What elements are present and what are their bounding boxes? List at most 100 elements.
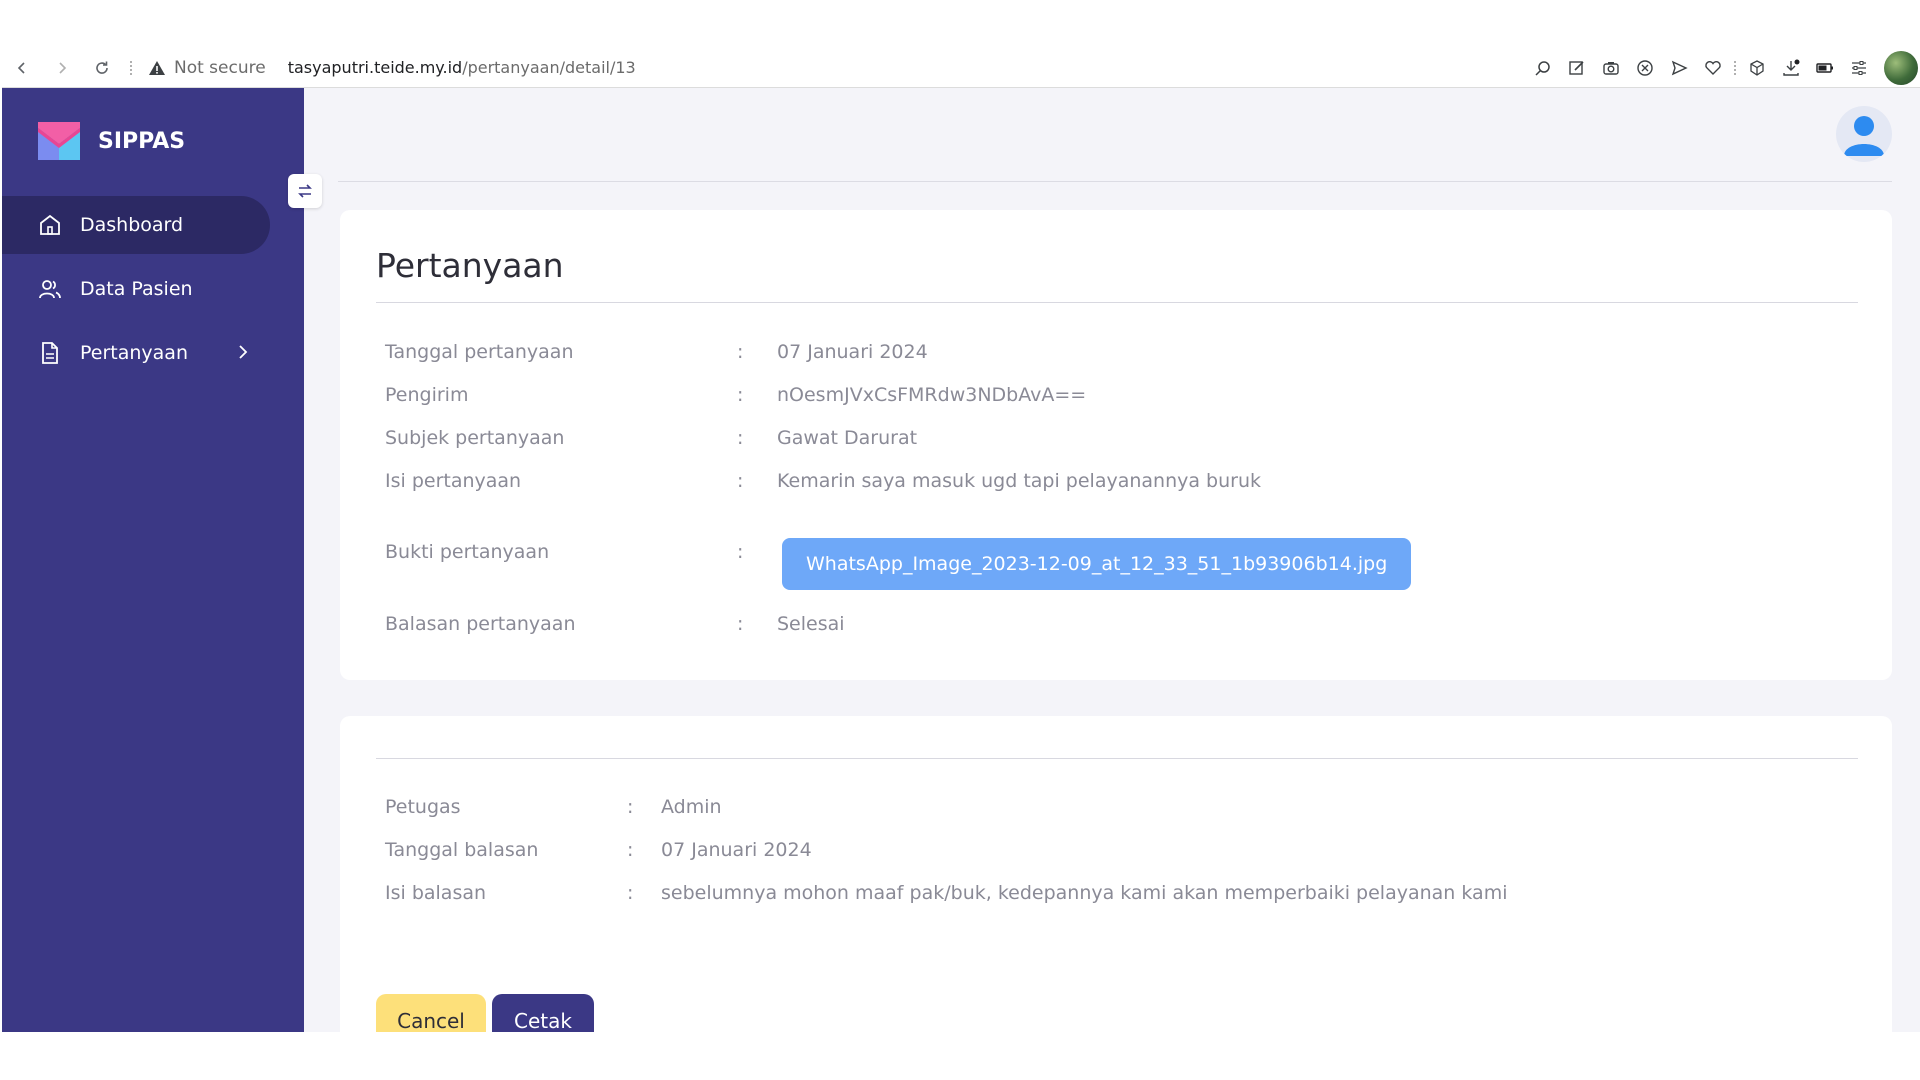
page-title: Pertanyaan (376, 246, 564, 285)
downloads-button[interactable] (1774, 48, 1808, 88)
field-separator: : (627, 796, 634, 818)
sidebar-item-pertanyaan[interactable]: Pertanyaan (2, 324, 270, 382)
brand[interactable]: SIPPAS (38, 122, 185, 160)
sidebar-item-data-pasien[interactable]: Data Pasien (2, 260, 270, 318)
battery-button[interactable] (1808, 48, 1842, 88)
reply-detail-card: Petugas : Admin Tanggal balasan : 07 Jan… (340, 716, 1892, 1032)
extension-icons (1526, 48, 1920, 88)
sliders-icon (1852, 61, 1866, 75)
home-icon (40, 214, 60, 235)
sidebar-item-label: Data Pasien (80, 278, 193, 300)
sidebar-toggle-button[interactable] (288, 174, 322, 208)
attachment-file-button[interactable]: WhatsApp_Image_2023-12-09_at_12_33_51_1b… (782, 538, 1412, 590)
print-button[interactable]: Cetak (492, 994, 594, 1032)
browser-profile-avatar[interactable] (1884, 51, 1918, 85)
edit-icon (1569, 61, 1584, 75)
close-circle-icon (1637, 60, 1653, 76)
back-arrow-icon (17, 61, 25, 74)
search-icon (1535, 61, 1550, 76)
camera-icon (1603, 62, 1619, 75)
field-row-bukti: Bukti pertanyaan : (385, 538, 777, 566)
send-button[interactable] (1662, 48, 1696, 88)
favorite-button[interactable] (1696, 48, 1730, 88)
battery-icon (1816, 63, 1833, 73)
field-separator: : (737, 427, 744, 449)
reply-divider (376, 758, 1858, 759)
field-label: Balasan pertanyaan (385, 613, 576, 635)
field-row-isi-pertanyaan: Isi pertanyaan : Kemarin saya masuk ugd … (385, 467, 1261, 495)
top-header (338, 88, 1892, 182)
user-icon (1844, 116, 1884, 156)
field-row-balasan-status: Balasan pertanyaan : Selesai (385, 610, 845, 638)
field-row-tanggal-pertanyaan: Tanggal pertanyaan : 07 Januari 2024 (385, 338, 928, 366)
cancel-button[interactable]: Cancel (376, 994, 486, 1032)
security-indicator[interactable]: Not secure (148, 58, 266, 78)
toolbar-separator (130, 60, 132, 75)
field-row-petugas: Petugas : Admin (385, 793, 722, 821)
field-separator: : (737, 470, 744, 492)
field-value: nOesmJVxCsFMRdw3NDbAvA== (777, 384, 1087, 406)
send-icon (1671, 60, 1688, 76)
brand-name: SIPPAS (98, 128, 186, 154)
field-row-isi-balasan: Isi balasan : sebelumnya mohon maaf pak/… (385, 879, 1507, 907)
security-label: Not secure (174, 57, 266, 78)
sidebar-item-label: Dashboard (80, 214, 184, 236)
url-path: /pertanyaan/detail/13 (462, 58, 636, 77)
users-icon (39, 280, 61, 299)
search-page-button[interactable] (1526, 48, 1560, 88)
field-value: 07 Januari 2024 (777, 341, 928, 363)
sidebar-item-label: Pertanyaan (80, 342, 188, 364)
toolbar-separator (1734, 61, 1736, 75)
envelope-logo-icon (38, 122, 80, 160)
field-value: Gawat Darurat (777, 427, 918, 449)
question-detail-card: Pertanyaan Tanggal pertanyaan : 07 Janua… (340, 210, 1892, 680)
forward-arrow-icon (59, 61, 67, 74)
cube-icon (1750, 60, 1764, 76)
chevron-right-icon (239, 345, 248, 359)
block-button[interactable] (1628, 48, 1662, 88)
field-separator: : (737, 341, 744, 363)
forward-button[interactable] (42, 48, 82, 88)
swap-icon (298, 184, 312, 198)
field-value: Kemarin saya masuk ugd tapi pelayanannya… (777, 470, 1262, 492)
field-row-subjek: Subjek pertanyaan : Gawat Darurat (385, 424, 917, 452)
warning-icon (149, 60, 165, 75)
reload-button[interactable] (82, 48, 122, 88)
file-icon (42, 342, 58, 364)
sidebar: SIPPAS Dashboard Data Pasien Pertanyaan (2, 88, 304, 1032)
field-value: sebelumnya mohon maaf pak/buk, kedepanny… (661, 882, 1508, 904)
status-badge: Selesai (777, 613, 845, 635)
address-bar[interactable]: tasyaputri.teide.my.id/pertanyaan/detail… (288, 58, 636, 77)
field-label: Bukti pertanyaan (385, 541, 550, 563)
field-label: Pengirim (385, 384, 469, 406)
settings-button[interactable] (1842, 48, 1876, 88)
field-value: Admin (661, 796, 722, 818)
edit-button[interactable] (1560, 48, 1594, 88)
field-row-tanggal-balasan: Tanggal balasan : 07 Januari 2024 (385, 836, 812, 864)
field-value: 07 Januari 2024 (661, 839, 812, 861)
sidebar-menu: Dashboard Data Pasien Pertanyaan (2, 196, 304, 388)
field-separator: : (737, 613, 744, 635)
extensions-button[interactable] (1740, 48, 1774, 88)
browser-window: Not secure tasyaputri.teide.my.id/pertan… (2, 48, 1920, 1032)
heart-icon (1705, 61, 1721, 75)
field-label: Isi balasan (385, 882, 487, 904)
screenshot-button[interactable] (1594, 48, 1628, 88)
field-label: Subjek pertanyaan (385, 427, 565, 449)
field-label: Isi pertanyaan (385, 470, 522, 492)
field-row-pengirim: Pengirim : nOesmJVxCsFMRdw3NDbAvA== (385, 381, 1086, 409)
field-label: Petugas (385, 796, 461, 818)
field-separator: : (627, 882, 634, 904)
field-separator: : (627, 839, 634, 861)
field-separator: : (737, 384, 744, 406)
field-label: Tanggal balasan (385, 839, 539, 861)
back-button[interactable] (2, 48, 42, 88)
field-separator: : (737, 541, 744, 563)
user-avatar[interactable] (1836, 106, 1892, 162)
browser-toolbar: Not secure tasyaputri.teide.my.id/pertan… (2, 48, 1920, 88)
sidebar-item-dashboard[interactable]: Dashboard (2, 196, 270, 254)
title-divider (376, 302, 1858, 303)
field-label: Tanggal pertanyaan (385, 341, 574, 363)
download-icon (1783, 59, 1800, 76)
reload-icon (96, 61, 108, 74)
